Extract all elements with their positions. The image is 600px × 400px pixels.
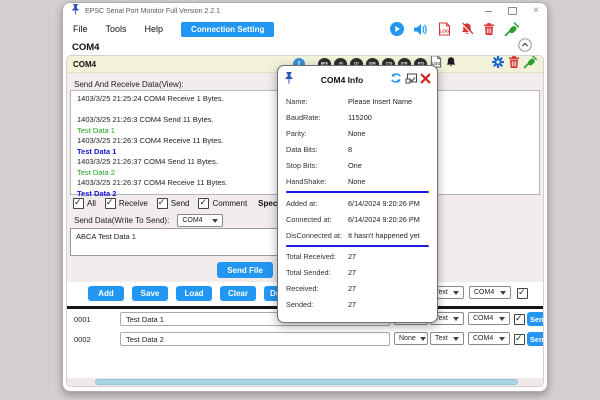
collapse-chevron-icon[interactable] — [518, 37, 532, 57]
popup-header: COM4 Info — [278, 66, 437, 91]
minimize-button[interactable] — [485, 10, 493, 12]
refresh-icon[interactable] — [390, 71, 402, 89]
chevron-down-icon — [499, 316, 505, 321]
popup-field-disconnected-at: DisConnected at: It hasn't happened yet — [286, 230, 420, 240]
row-text-input[interactable]: Test Data 2 — [120, 332, 390, 346]
maximize-button[interactable] — [508, 7, 518, 15]
popup-divider — [286, 191, 429, 194]
popup-field-sended: Sended: 27 — [286, 300, 357, 310]
row-checkbox[interactable] — [514, 333, 525, 345]
row-mode-dropdown[interactable]: None — [394, 332, 428, 345]
menu-bar: File Tools Help Connection Setting LOG — [63, 19, 547, 39]
send-data-row: Send Data(Write To Send): COM4 — [74, 214, 224, 227]
row-id: 0002 — [74, 335, 91, 344]
checkbox-comment[interactable] — [198, 197, 210, 209]
chevron-down-icon — [419, 336, 426, 341]
checkbox-send-label: Send — [170, 199, 190, 208]
popup-field-name: Name: Please Insert Name — [286, 97, 413, 107]
desktop-background: EPSC Serial Port Monitor Full Version 2.… — [0, 0, 600, 400]
row-port-dropdown[interactable]: COM4 — [468, 312, 510, 325]
checkbox-all[interactable] — [73, 197, 84, 209]
speaker-icon[interactable] — [413, 23, 429, 36]
bell-mute-icon[interactable] — [460, 22, 474, 36]
connection-setting-button[interactable]: Connection Setting — [181, 21, 275, 37]
checkbox-send[interactable] — [156, 197, 168, 209]
checkbox-comment-label: Comment — [212, 199, 248, 208]
popup-field-received: Received: 27 — [286, 284, 357, 294]
play-icon[interactable] — [390, 22, 404, 36]
app-window: EPSC Serial Port Monitor Full Version 2.… — [62, 2, 548, 392]
popup-field-databits: Data Bits: 8 — [286, 145, 353, 155]
chevron-down-icon — [499, 336, 505, 341]
chevron-down-icon — [453, 316, 459, 321]
chevron-down-icon — [500, 290, 506, 295]
load-button[interactable]: Load — [176, 286, 212, 301]
checkbox-all-label: All — [87, 199, 96, 208]
checkbox-receive[interactable] — [104, 197, 116, 209]
bulk-port-dropdown[interactable]: COM4 — [469, 286, 511, 299]
popup-field-parity: Parity: None — [286, 129, 366, 139]
menu-help[interactable]: Help — [145, 24, 164, 34]
row-port-dropdown[interactable]: COM4 — [468, 332, 510, 345]
send-data-label: Send Data(Write To Send): — [74, 216, 170, 225]
port-trash-icon[interactable] — [508, 56, 520, 74]
close-button[interactable]: × — [533, 6, 539, 16]
popup-field-total-received: Total Received: 27 — [286, 252, 357, 262]
popup-pushpin-icon[interactable] — [284, 71, 294, 89]
connect-plug-icon[interactable] — [504, 21, 519, 37]
popout-window-icon[interactable] — [405, 71, 417, 89]
pushpin-icon — [71, 2, 80, 20]
svg-text:LOG: LOG — [440, 29, 450, 34]
popup-field-connected-at: Connected at: 6/14/2024 9:20:26 PM — [286, 214, 420, 224]
add-button[interactable]: Add — [88, 286, 124, 301]
chevron-down-icon — [212, 218, 219, 223]
popup-title: COM4 Info — [320, 75, 364, 85]
checkbox-receive-label: Receive — [118, 199, 148, 208]
trash-icon[interactable] — [483, 22, 495, 36]
menu-tools[interactable]: Tools — [106, 24, 127, 34]
popup-close-icon[interactable] — [420, 71, 431, 89]
popup-body: Name: Please Insert Name BaudRate: 115200 … — [278, 91, 437, 313]
popup-field-handshake: HandShake: None — [286, 176, 366, 186]
com4-info-popup: COM4 Info Name: Please Insert Name BaudRa… — [277, 65, 438, 323]
chevron-down-icon — [453, 336, 459, 341]
port-group-header: COM4 — [63, 37, 547, 57]
send-data-input[interactable]: ABCA Test Data 1 — [70, 228, 282, 256]
popup-divider — [286, 245, 429, 248]
port-group-title: COM4 — [72, 41, 100, 53]
log-view-label: Send And Receive Data(View): — [74, 80, 184, 89]
scrollbar-thumb[interactable] — [95, 379, 518, 385]
port-plug-icon[interactable] — [523, 56, 538, 74]
send-file-button[interactable]: Send File — [217, 262, 273, 278]
bulk-checkbox[interactable] — [517, 287, 528, 299]
window-title: EPSC Serial Port Monitor Full Version 2.… — [85, 7, 221, 15]
row-id: 0001 — [74, 315, 91, 324]
popup-field-added-at: Added at: 6/14/2024 9:20:26 PM — [286, 198, 420, 208]
clear-button[interactable]: Clear — [220, 286, 256, 301]
horizontal-scrollbar[interactable] — [67, 378, 543, 386]
popup-field-baudrate: BaudRate: 115200 — [286, 113, 372, 123]
popup-field-total-sended: Total Sended: 27 — [286, 268, 357, 278]
log-file-icon[interactable]: LOG — [438, 22, 451, 36]
send-port-dropdown[interactable]: COM4 — [177, 214, 224, 227]
save-button[interactable]: Save — [132, 286, 168, 301]
row-format-dropdown[interactable]: Text — [430, 332, 464, 345]
row-send-button[interactable]: Send — [527, 332, 543, 346]
popup-field-stopbits: Stop Bits: One — [286, 161, 362, 170]
menu-file[interactable]: File — [73, 24, 88, 34]
chevron-down-icon — [453, 290, 459, 295]
row-checkbox[interactable] — [514, 313, 525, 325]
title-bar: EPSC Serial Port Monitor Full Version 2.… — [63, 3, 547, 19]
gear-icon[interactable] — [491, 56, 505, 74]
bell-icon[interactable] — [445, 56, 457, 73]
port-bar-title: COM4 — [73, 59, 97, 69]
row-send-button[interactable]: Send — [527, 312, 543, 326]
